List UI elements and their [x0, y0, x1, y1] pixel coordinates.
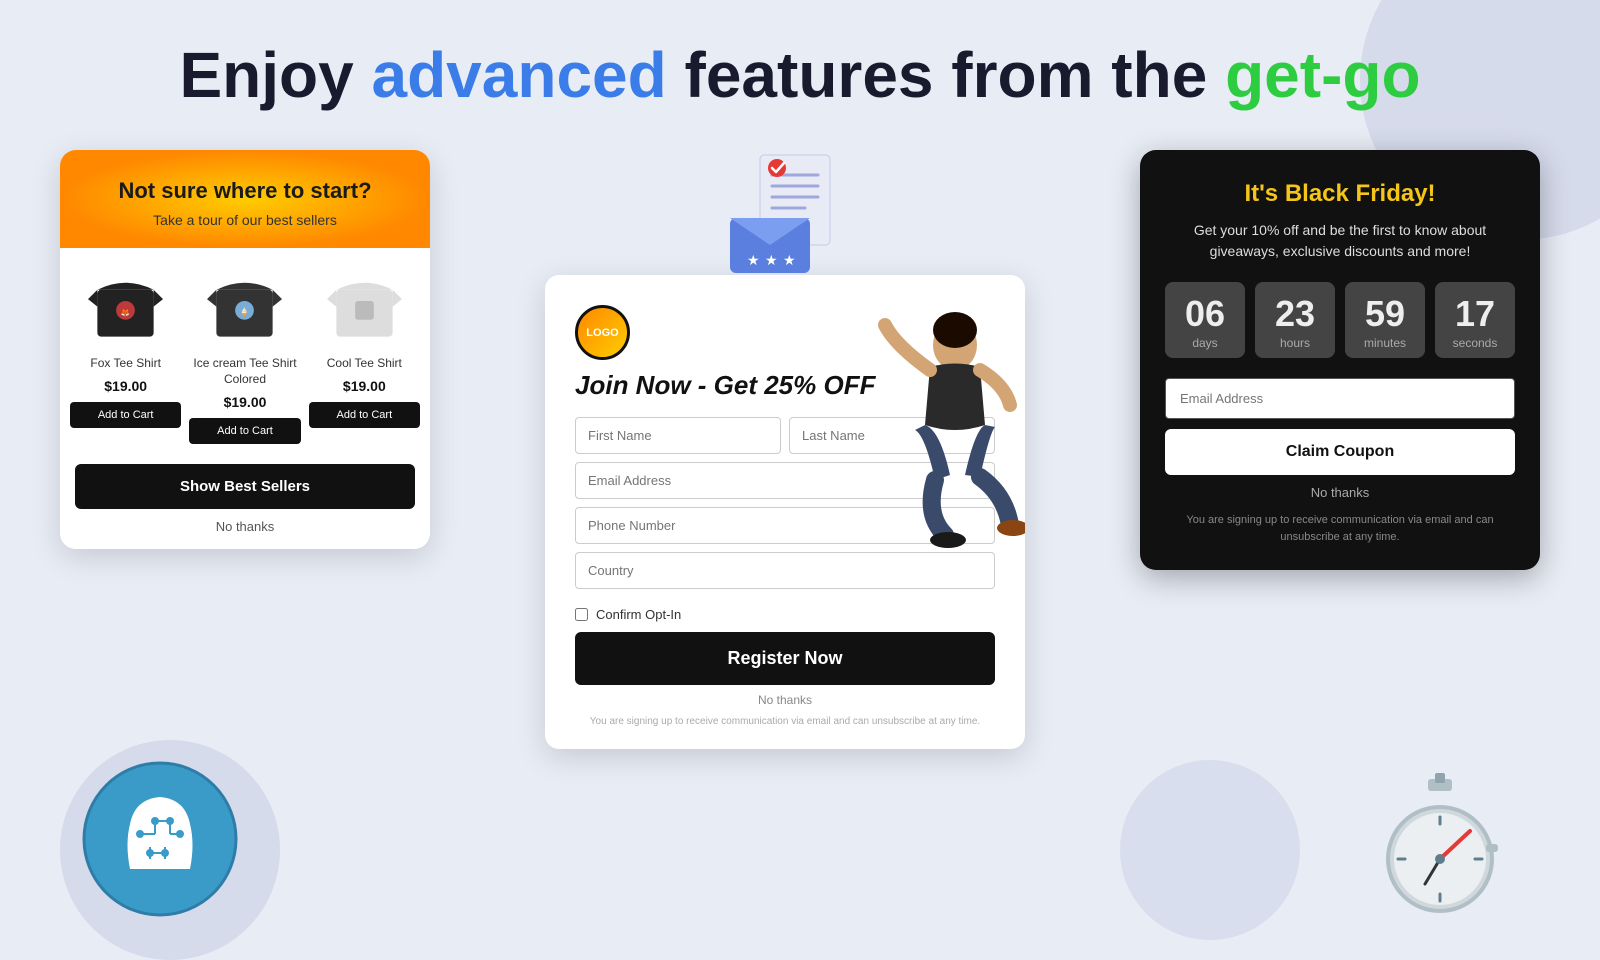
countdown-days: 06 days — [1165, 282, 1245, 358]
logo-text: LOGO — [586, 327, 618, 339]
envelope-icon: ★ ★ ★ — [720, 150, 850, 285]
product-item-1: 🦊 Fox Tee Shirt $19.00 Add to Cart — [70, 268, 181, 443]
jumping-person-image — [835, 295, 1025, 615]
svg-text:★: ★ — [765, 252, 778, 268]
bestsellers-title: Not sure where to start? — [80, 178, 410, 204]
blackfriday-title: It's Black Friday! — [1165, 180, 1515, 208]
svg-text:🦊: 🦊 — [121, 308, 130, 317]
opt-in-checkbox[interactable] — [575, 608, 588, 621]
product-item-3: Cool Tee Shirt $19.00 Add to Cart — [309, 268, 420, 443]
product-name-2: Ice cream Tee Shirt Colored — [189, 356, 300, 387]
countdown-hours: 23 hours — [1255, 282, 1335, 358]
product-price-1: $19.00 — [70, 378, 181, 394]
claim-coupon-button[interactable]: Claim Coupon — [1165, 429, 1515, 475]
product-image-2: 🍦 — [205, 268, 285, 348]
svg-text:★: ★ — [747, 252, 760, 268]
product-image-3 — [324, 268, 404, 348]
product-image-1: 🦊 — [86, 268, 166, 348]
add-to-cart-button-1[interactable]: Add to Cart — [70, 402, 181, 428]
register-card: LOGO Join Now - Get 25% OFF Confirm Opt-… — [545, 275, 1025, 749]
blackfriday-disclaimer: You are signing up to receive communicat… — [1165, 512, 1515, 545]
show-best-sellers-button[interactable]: Show Best Sellers — [75, 464, 415, 509]
bestsellers-card: Not sure where to start? Take a tour of … — [60, 150, 430, 548]
countdown-minutes-num: 59 — [1353, 296, 1417, 332]
countdown-seconds-label: seconds — [1443, 336, 1507, 350]
countdown-seconds: 17 seconds — [1435, 282, 1515, 358]
countdown-days-num: 06 — [1173, 296, 1237, 332]
headline-part4-green: get-go — [1225, 39, 1421, 111]
first-name-input[interactable] — [575, 417, 781, 454]
svg-text:★: ★ — [783, 252, 796, 268]
blackfriday-card: It's Black Friday! Get your 10% off and … — [1140, 150, 1540, 570]
bottom-icons-row — [60, 759, 1540, 919]
countdown-hours-num: 23 — [1263, 296, 1327, 332]
countdown-minutes-label: minutes — [1353, 336, 1417, 350]
center-section: ★ ★ ★ — [460, 150, 1110, 749]
bestsellers-header: Not sure where to start? Take a tour of … — [60, 150, 430, 248]
logo-circle: LOGO — [575, 305, 630, 360]
headline-part2-blue: advanced — [371, 39, 666, 111]
register-card-inner: LOGO Join Now - Get 25% OFF Confirm Opt-… — [545, 275, 1025, 749]
stopwatch-icon — [1360, 759, 1520, 919]
register-disclaimer: You are signing up to receive communicat… — [575, 715, 995, 729]
product-name-1: Fox Tee Shirt — [70, 356, 181, 372]
countdown-minutes: 59 minutes — [1345, 282, 1425, 358]
headline-part1: Enjoy — [179, 39, 371, 111]
add-to-cart-button-2[interactable]: Add to Cart — [189, 418, 300, 444]
countdown-seconds-num: 17 — [1443, 296, 1507, 332]
cards-row: Not sure where to start? Take a tour of … — [60, 150, 1540, 749]
products-list: 🦊 Fox Tee Shirt $19.00 Add to Cart — [60, 248, 430, 463]
register-button[interactable]: Register Now — [575, 632, 995, 685]
bestsellers-no-thanks-link[interactable]: No thanks — [75, 519, 415, 534]
countdown-row: 06 days 23 hours 59 minutes 17 seconds — [1165, 282, 1515, 358]
countdown-days-label: days — [1173, 336, 1237, 350]
main-headline: Enjoy advanced features from the get-go — [60, 40, 1540, 110]
opt-in-label: Confirm Opt-In — [596, 607, 681, 622]
svg-text:🍦: 🍦 — [240, 307, 251, 317]
product-price-3: $19.00 — [309, 378, 420, 394]
blackfriday-subtitle: Get your 10% off and be the first to kno… — [1165, 220, 1515, 262]
add-to-cart-button-3[interactable]: Add to Cart — [309, 402, 420, 428]
headline-part3: features from the — [667, 39, 1225, 111]
countdown-hours-label: hours — [1263, 336, 1327, 350]
brain-ai-icon — [80, 759, 240, 919]
product-name-3: Cool Tee Shirt — [309, 356, 420, 372]
blackfriday-no-thanks[interactable]: No thanks — [1165, 485, 1515, 500]
product-price-2: $19.00 — [189, 394, 300, 410]
bestsellers-footer: Show Best Sellers No thanks — [60, 464, 430, 549]
product-item-2: 🍦 Ice cream Tee Shirt Colored $19.00 Add… — [189, 268, 300, 443]
register-no-thanks[interactable]: No thanks — [575, 693, 995, 707]
blackfriday-email-input[interactable] — [1165, 378, 1515, 419]
bestsellers-subtitle: Take a tour of our best sellers — [80, 212, 410, 228]
